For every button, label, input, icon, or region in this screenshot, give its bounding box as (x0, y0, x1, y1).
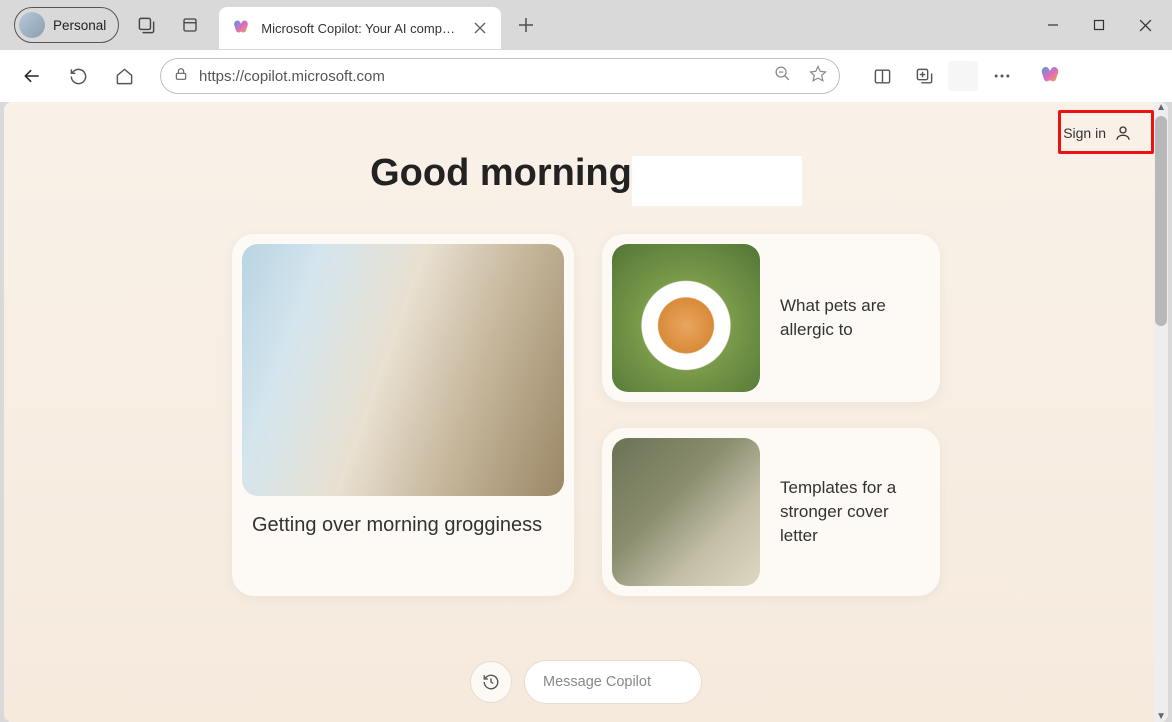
profile-label: Personal (53, 18, 106, 33)
home-button[interactable] (106, 58, 142, 94)
lock-icon[interactable] (173, 66, 189, 87)
zoom-out-icon[interactable] (774, 65, 791, 87)
sign-in-label: Sign in (1063, 125, 1106, 141)
profile-switcher[interactable]: Personal (14, 7, 119, 43)
card-title: Getting over morning grogginess (242, 496, 564, 557)
tab-actions-icon[interactable] (173, 8, 207, 42)
card-pet-allergies[interactable]: What pets are allergic to (602, 234, 940, 402)
more-menu-icon[interactable] (984, 58, 1020, 94)
scroll-down-icon[interactable]: ▼ (1156, 711, 1166, 722)
browser-titlebar: Personal Microsoft Copilot: Your AI comp… (0, 0, 1172, 50)
favorite-icon[interactable] (809, 65, 827, 88)
vertical-scrollbar[interactable]: ▲ ▼ (1154, 102, 1168, 722)
new-tab-button[interactable] (509, 8, 543, 42)
card-title: What pets are allergic to (780, 294, 930, 342)
card-cover-letter[interactable]: Templates for a stronger cover letter (602, 428, 940, 596)
address-bar[interactable]: https://copilot.microsoft.com (160, 58, 840, 94)
scroll-thumb[interactable] (1155, 116, 1167, 326)
message-placeholder: Message Copilot (543, 674, 651, 690)
refresh-button[interactable] (60, 58, 96, 94)
sign-in-button[interactable]: Sign in (1049, 116, 1146, 150)
history-button[interactable] (470, 661, 512, 703)
browser-toolbar: https://copilot.microsoft.com (0, 50, 1172, 102)
workspaces-icon[interactable] (129, 8, 163, 42)
greeting-text: Good morning (370, 152, 632, 195)
profile-avatar (19, 12, 45, 38)
split-screen-icon[interactable] (864, 58, 900, 94)
extension-placeholder[interactable] (948, 61, 978, 91)
browser-tab[interactable]: Microsoft Copilot: Your AI companion (219, 7, 501, 49)
close-window-button[interactable] (1122, 8, 1168, 42)
copilot-sidebar-icon[interactable] (1032, 58, 1068, 94)
maximize-button[interactable] (1076, 8, 1122, 42)
card-image-dog (612, 244, 760, 392)
card-title: Templates for a stronger cover letter (780, 476, 930, 547)
card-image-letter (612, 438, 760, 586)
tab-title: Microsoft Copilot: Your AI companion (261, 21, 461, 36)
redacted-name (632, 156, 802, 206)
history-icon (482, 673, 500, 691)
window-controls (1030, 8, 1168, 42)
back-button[interactable] (14, 58, 50, 94)
tab-close-button[interactable] (471, 19, 489, 37)
collections-icon[interactable] (906, 58, 942, 94)
copilot-favicon-icon (231, 18, 251, 38)
user-icon (1114, 124, 1132, 142)
minimize-button[interactable] (1030, 8, 1076, 42)
url-text: https://copilot.microsoft.com (199, 68, 764, 85)
card-image-curtains (242, 244, 564, 496)
page-viewport: Sign in Good morning Getting over mornin… (4, 102, 1168, 722)
card-morning-grogginess[interactable]: Getting over morning grogginess (232, 234, 574, 596)
message-bar-area: Message Copilot (470, 660, 702, 704)
scroll-up-icon[interactable]: ▲ (1156, 102, 1166, 113)
suggestion-cards: Getting over morning grogginess What pet… (4, 234, 1168, 596)
message-input[interactable]: Message Copilot (524, 660, 702, 704)
